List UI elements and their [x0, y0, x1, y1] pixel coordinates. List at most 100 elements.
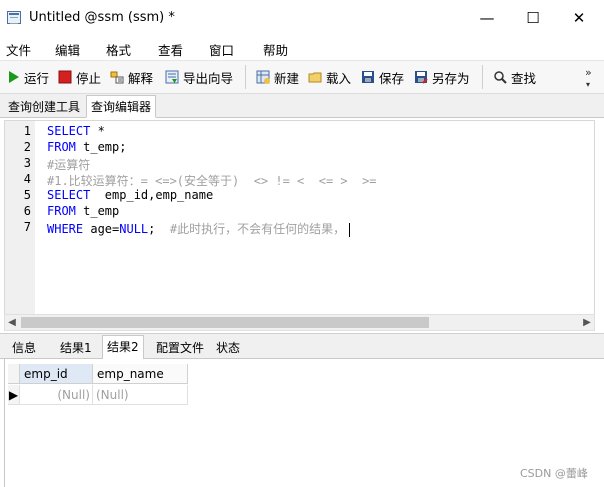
export-wizard-label: 导出向导	[183, 70, 234, 86]
toolbar-separator	[245, 65, 246, 89]
toolbar-overflow-button[interactable]: »	[585, 66, 592, 79]
menu-help[interactable]: 帮助	[263, 40, 288, 59]
line-number: 6	[23, 204, 31, 218]
sql-text: t_emp;	[75, 140, 127, 154]
sql-text: *	[90, 124, 105, 138]
sql-text: t_emp	[75, 204, 120, 218]
load-label: 载入	[326, 70, 352, 86]
code-text: FROM t_emp;	[47, 140, 126, 154]
explain-label: 解释	[128, 70, 154, 86]
menu-bar	[0, 36, 604, 60]
line-number: 7	[23, 220, 31, 234]
line-number: 4	[23, 172, 31, 186]
sql-text: ;	[148, 222, 170, 236]
sql-editor[interactable]: 1 SELECT * 2 FROM t_emp; 3 #运算符 4 #1.比较运算符：= <=…	[4, 120, 595, 315]
sql-text: age=	[83, 222, 120, 236]
scroll-left-icon[interactable]: ◀	[5, 315, 19, 330]
code-text: FROM t_emp	[47, 204, 119, 218]
explain-button[interactable]: 解释	[110, 68, 153, 86]
tab-query-editor[interactable]: 查询编辑器	[86, 95, 157, 118]
line-number: 2	[23, 140, 31, 154]
search-icon	[493, 70, 507, 84]
menu-file[interactable]: 文件	[6, 40, 31, 59]
code-line: 2 FROM t_emp;	[5, 140, 590, 156]
line-number: 3	[23, 156, 31, 170]
tab-info[interactable]: 信息	[8, 337, 40, 360]
save-button[interactable]: 保存	[361, 68, 404, 86]
export-icon	[165, 70, 179, 84]
sql-keyword: FROM	[47, 140, 76, 154]
stop-icon	[58, 70, 72, 84]
scrollbar-thumb[interactable]	[21, 317, 429, 328]
find-button[interactable]: 查找	[493, 68, 536, 86]
load-button[interactable]: 载入	[308, 68, 351, 86]
chevron-down-icon: ▾	[586, 80, 591, 89]
minimize-button[interactable]: —	[464, 0, 510, 36]
text-caret	[349, 222, 351, 237]
save-as-button[interactable]: 另存为	[414, 68, 470, 86]
sql-keyword: SELECT	[47, 124, 91, 138]
maximize-button[interactable]: ☐	[510, 0, 556, 36]
sql-keyword: FROM	[47, 204, 76, 218]
column-header-emp-name[interactable]: emp_name	[93, 364, 188, 384]
column-header-emp-id[interactable]: emp_id	[20, 364, 93, 384]
toolbar-separator	[482, 65, 483, 89]
save-icon	[361, 70, 375, 84]
close-button[interactable]: ✕	[556, 0, 602, 36]
table-cell[interactable]: (Null)	[93, 385, 188, 405]
tab-status[interactable]: 状态	[212, 337, 244, 360]
run-button[interactable]: 运行	[6, 68, 49, 86]
sql-comment: #运算符	[47, 158, 91, 172]
code-text: #运算符	[47, 156, 90, 173]
code-line: 1 SELECT *	[5, 124, 590, 140]
export-wizard-button[interactable]: 导出向导	[165, 68, 233, 86]
save-label: 保存	[379, 70, 405, 86]
sql-comment: #1.比较运算符：= <=>(安全等于) <> != < <= > >=	[47, 174, 377, 188]
explain-icon	[110, 70, 124, 84]
row-indicator-icon: ▶	[8, 385, 20, 405]
new-query-icon	[256, 70, 270, 84]
sql-keyword: NULL	[119, 222, 149, 236]
horizontal-scrollbar[interactable]: ◀ ▶	[4, 314, 595, 331]
folder-icon	[308, 70, 322, 84]
line-number: 5	[23, 188, 31, 202]
code-text: WHERE age=NULL; #此时执行，不会有任何的结果，	[47, 220, 351, 237]
code-line: 7 WHERE age=NULL; #此时执行，不会有任何的结果，	[5, 220, 590, 237]
menu-format[interactable]: 格式	[106, 40, 131, 59]
table-cell[interactable]: (Null)	[20, 385, 93, 405]
menu-window[interactable]: 窗口	[209, 40, 234, 59]
grid-corner	[8, 364, 20, 384]
sql-comment: #此时执行，不会有任何的结果，	[169, 222, 346, 236]
line-number: 1	[23, 124, 31, 138]
stop-label: 停止	[76, 70, 102, 86]
code-text: #1.比较运算符：= <=>(安全等于) <> != < <= > >=	[47, 172, 377, 189]
tab-result2[interactable]: 结果2	[102, 335, 144, 360]
watermark: CSDN @蕾峰	[520, 467, 588, 480]
tab-query-builder[interactable]: 查询创建工具	[4, 96, 84, 119]
code-line: 3 #运算符	[5, 156, 590, 172]
sql-keyword: WHERE	[47, 222, 84, 236]
run-icon	[6, 70, 20, 84]
app-icon	[7, 11, 21, 24]
code-text: SELECT *	[47, 124, 105, 138]
code-line: 6 FROM t_emp	[5, 204, 590, 220]
code-text: SELECT emp_id,emp_name	[47, 188, 213, 202]
new-label: 新建	[274, 70, 300, 86]
code-line: 4 #1.比较运算符：= <=>(安全等于) <> != < <= > >=	[5, 172, 590, 188]
scroll-right-icon[interactable]: ▶	[580, 315, 594, 330]
save-as-label: 另存为	[432, 70, 470, 86]
find-label: 查找	[511, 70, 537, 86]
run-label: 运行	[24, 70, 50, 86]
sql-text: emp_id,emp_name	[90, 188, 214, 202]
title-bar: Untitled @ssm (ssm) * — ☐ ✕	[0, 0, 604, 36]
window-title: Untitled @ssm (ssm) *	[29, 10, 175, 25]
save-as-icon	[414, 70, 428, 84]
menu-edit[interactable]: 编辑	[55, 40, 80, 59]
tab-profile[interactable]: 配置文件	[152, 337, 208, 360]
stop-button[interactable]: 停止	[58, 68, 101, 86]
new-button[interactable]: 新建	[256, 68, 299, 86]
tab-result1[interactable]: 结果1	[56, 337, 96, 360]
sql-keyword: SELECT	[47, 188, 91, 202]
code-line: 5 SELECT emp_id,emp_name	[5, 188, 590, 204]
menu-view[interactable]: 查看	[158, 40, 183, 59]
